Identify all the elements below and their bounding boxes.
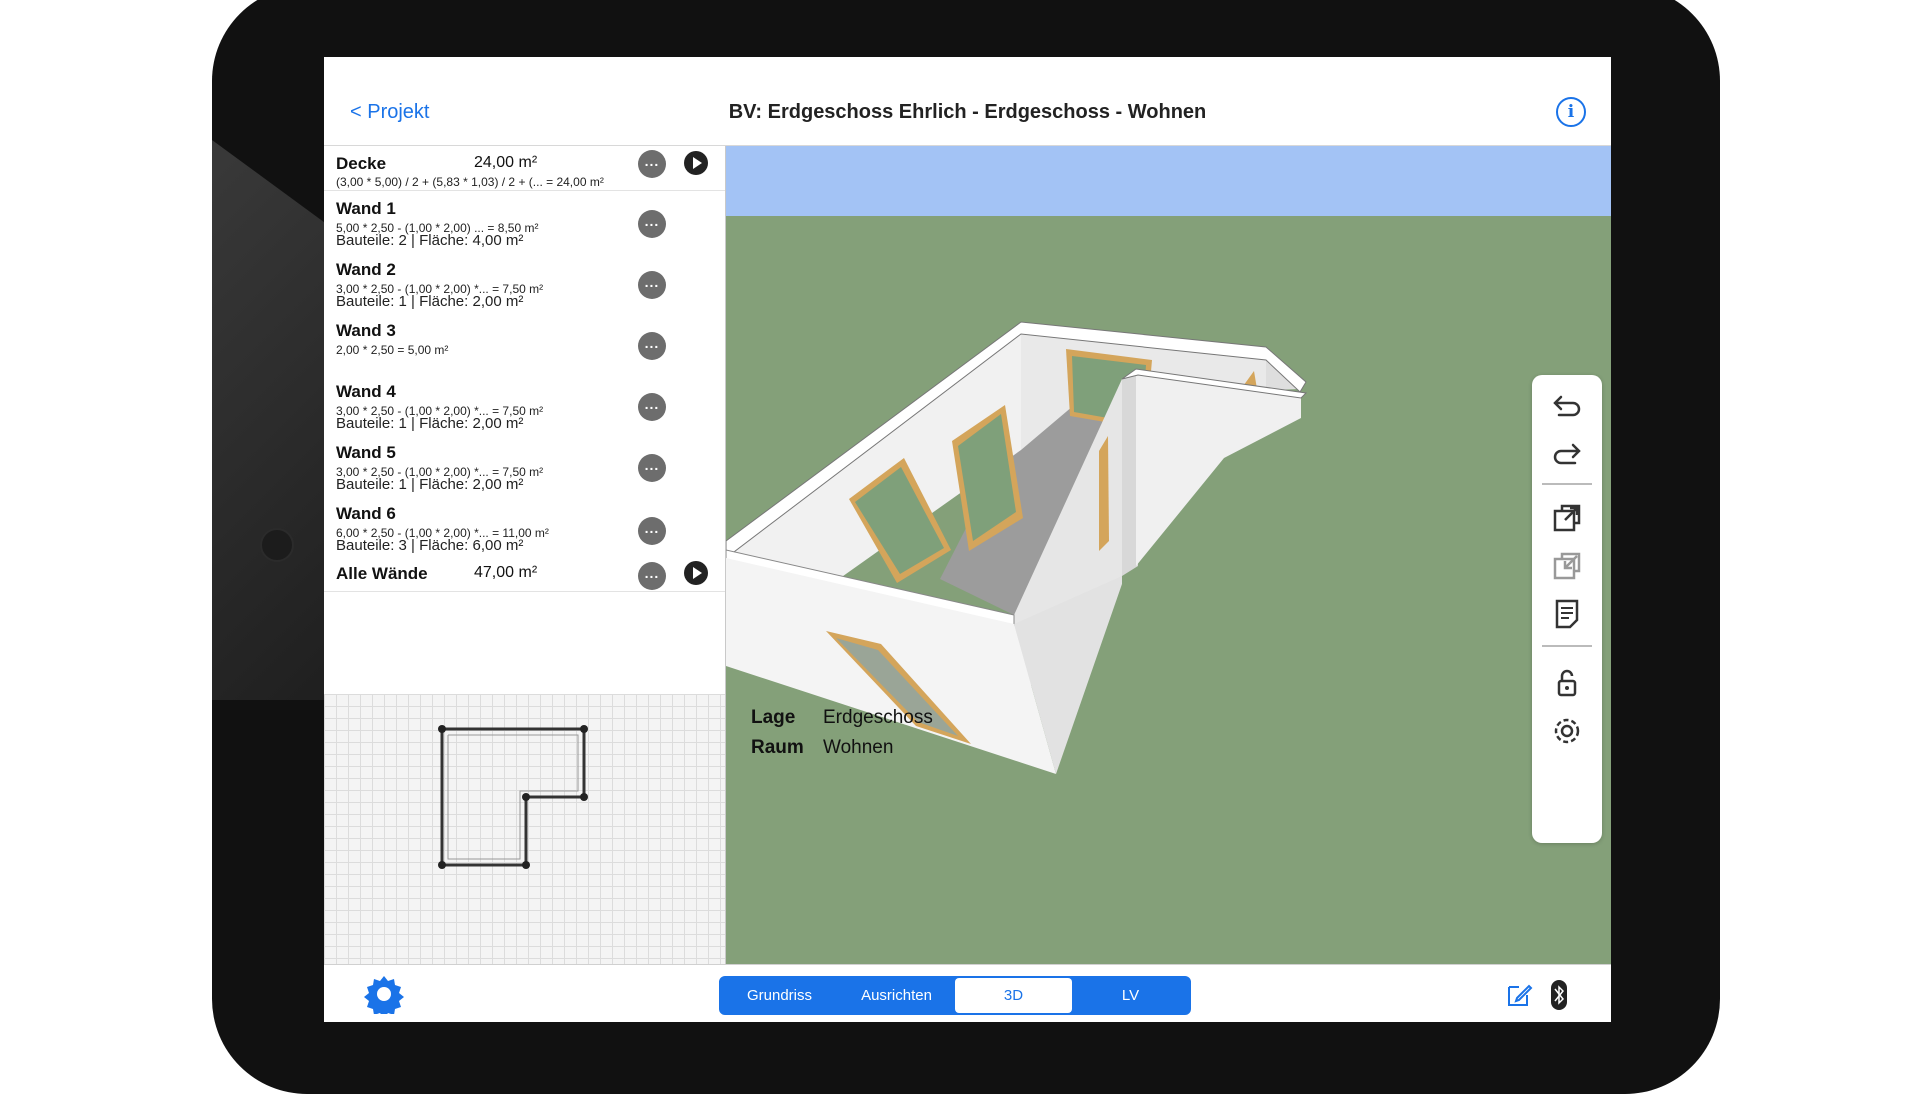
wall-right-outer bbox=[1136, 369, 1301, 566]
list-item-title: Wand 1 bbox=[336, 199, 396, 218]
list-item-title: Wand 3 bbox=[336, 321, 396, 340]
list-item-title: Wand 6 bbox=[336, 504, 396, 523]
app-screen: < Projekt BV: Erdgeschoss Ehrlich - Erdg… bbox=[324, 57, 1611, 1022]
door-5 bbox=[1099, 436, 1109, 551]
list-item-wand-4[interactable]: Wand 4 3,00 * 2,50 - (1,00 * 2,00) *... … bbox=[324, 374, 725, 436]
gear-icon[interactable] bbox=[364, 974, 404, 1018]
bluetooth-icon[interactable] bbox=[1550, 979, 1568, 1011]
location-label: Lage bbox=[751, 707, 796, 728]
wall-inner-corner bbox=[1122, 369, 1138, 576]
floorplan-outline bbox=[438, 725, 588, 869]
play-icon[interactable] bbox=[684, 151, 708, 175]
3d-viewport[interactable]: Lage Erdgeschoss Raum Wohnen bbox=[726, 146, 1611, 964]
view-toolbar bbox=[1532, 375, 1602, 843]
view-mode-tabs: Grundriss Ausrichten 3D LV bbox=[719, 976, 1191, 1015]
list-item-wand-6[interactable]: Wand 6 6,00 * 2,50 - (1,00 * 2,00) *... … bbox=[324, 496, 725, 558]
list-item-area: 24,00 m² bbox=[474, 154, 538, 171]
list-item-title: Wand 5 bbox=[336, 443, 396, 462]
list-item-wand-3[interactable]: Wand 3 2,00 * 2,50 = 5,00 m² ... bbox=[324, 313, 725, 375]
lock-icon[interactable] bbox=[1549, 665, 1585, 701]
list-item-formula: 2,00 * 2,50 = 5,00 m² bbox=[336, 343, 449, 357]
list-item-wand-5[interactable]: Wand 5 3,00 * 2,50 - (1,00 * 2,00) *... … bbox=[324, 435, 725, 497]
undo-icon[interactable] bbox=[1549, 389, 1585, 425]
import-icon[interactable] bbox=[1549, 548, 1585, 584]
toolbar-separator bbox=[1542, 483, 1592, 485]
floorplan-minimap[interactable] bbox=[324, 694, 725, 964]
tab-3d[interactable]: 3D bbox=[955, 978, 1072, 1013]
tab-grundriss[interactable]: Grundriss bbox=[721, 978, 838, 1013]
more-button[interactable]: ... bbox=[638, 332, 666, 360]
room-label: Raum bbox=[751, 737, 804, 758]
location-value: Erdgeschoss bbox=[823, 707, 933, 728]
more-button[interactable]: ... bbox=[638, 210, 666, 238]
notes-icon[interactable] bbox=[1549, 596, 1585, 632]
redo-icon[interactable] bbox=[1549, 437, 1585, 473]
list-item-title: Wand 2 bbox=[336, 260, 396, 279]
list-item-info: Bauteile: 3 | Fläche: 6,00 m² bbox=[336, 537, 524, 554]
list-item-title: Wand 4 bbox=[336, 382, 396, 401]
list-item-title: Alle Wände bbox=[336, 564, 428, 583]
list-item-info: Bauteile: 2 | Fläche: 4,00 m² bbox=[336, 232, 524, 249]
info-icon[interactable]: i bbox=[1556, 97, 1586, 127]
more-button[interactable]: ... bbox=[638, 454, 666, 482]
more-button[interactable]: ... bbox=[638, 271, 666, 299]
room-value: Wohnen bbox=[823, 737, 894, 758]
toolbar-separator bbox=[1542, 645, 1592, 647]
more-button[interactable]: ... bbox=[638, 517, 666, 545]
list-item-info: Bauteile: 1 | Fläche: 2,00 m² bbox=[336, 293, 524, 310]
play-icon[interactable] bbox=[684, 561, 708, 585]
more-button[interactable]: ... bbox=[638, 562, 666, 590]
tab-ausrichten[interactable]: Ausrichten bbox=[838, 978, 955, 1013]
list-item-decke[interactable]: Decke 24,00 m² (3,00 * 5,00) / 2 + (5,83… bbox=[324, 146, 725, 191]
list-item-formula: (3,00 * 5,00) / 2 + (5,83 * 1,03) / 2 + … bbox=[336, 175, 604, 189]
page-title: BV: Erdgeschoss Ehrlich - Erdgeschoss - … bbox=[728, 101, 1207, 123]
export-icon[interactable] bbox=[1549, 500, 1585, 536]
list-item-all-walls[interactable]: Alle Wände 47,00 m² ... bbox=[324, 557, 725, 592]
list-item-wand-2[interactable]: Wand 2 3,00 * 2,50 - (1,00 * 2,00) *... … bbox=[324, 252, 725, 314]
3d-room-model bbox=[726, 321, 1308, 774]
edit-icon[interactable] bbox=[1505, 981, 1533, 1009]
tab-lv[interactable]: LV bbox=[1072, 978, 1189, 1013]
settings-icon[interactable] bbox=[1549, 713, 1585, 749]
navigation-bar: < Projekt BV: Erdgeschoss Ehrlich - Erdg… bbox=[324, 57, 1611, 146]
tablet-camera bbox=[260, 528, 294, 562]
list-item-title: Decke bbox=[336, 154, 387, 173]
list-item-info: Bauteile: 1 | Fläche: 2,00 m² bbox=[336, 476, 524, 493]
more-button[interactable]: ... bbox=[638, 150, 666, 178]
list-item-wand-1[interactable]: Wand 1 5,00 * 2,50 - (1,00 * 2,00) ... =… bbox=[324, 191, 725, 253]
more-button[interactable]: ... bbox=[638, 393, 666, 421]
measurement-list: Decke 24,00 m² (3,00 * 5,00) / 2 + (5,83… bbox=[324, 146, 726, 964]
list-item-area: 47,00 m² bbox=[474, 564, 538, 581]
bottom-bar: Grundriss Ausrichten 3D LV bbox=[324, 964, 1611, 1022]
list-item-info: Bauteile: 1 | Fläche: 2,00 m² bbox=[336, 415, 524, 432]
